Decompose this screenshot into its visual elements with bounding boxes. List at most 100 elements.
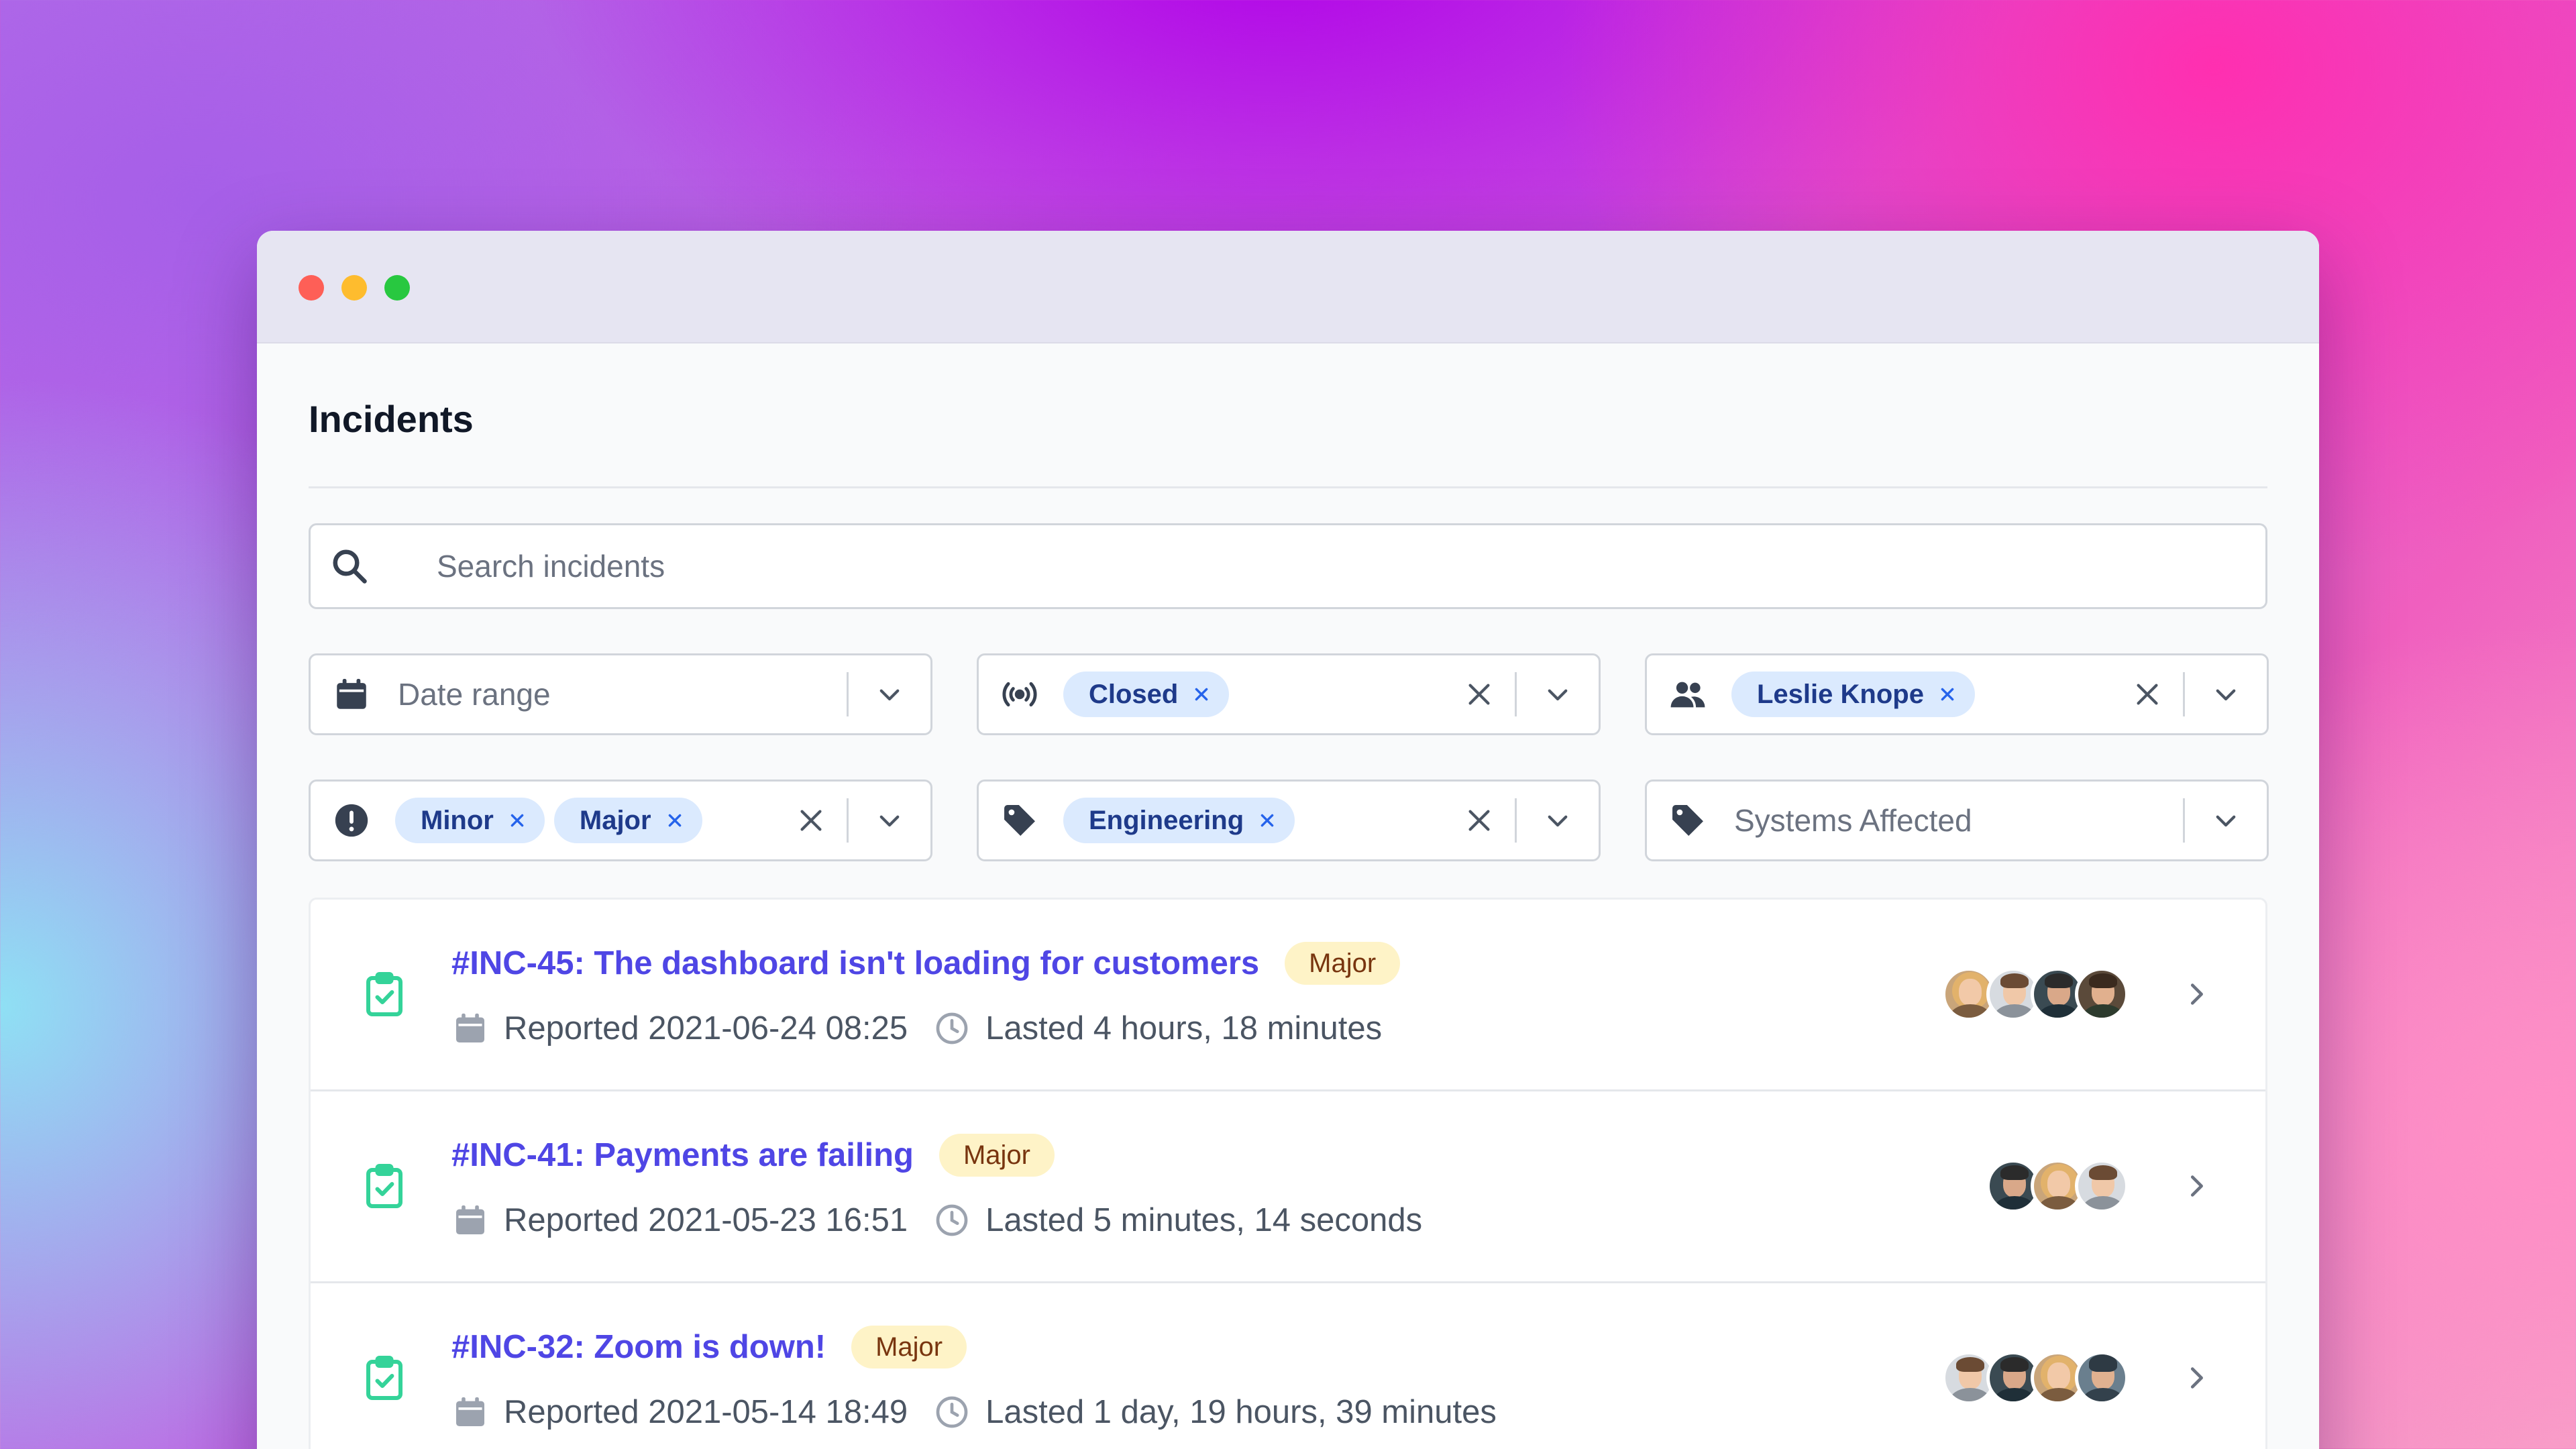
incident-row[interactable]: #INC-41: Payments are failing Major Repo… [311,1091,2265,1283]
minimize-window-button[interactable] [341,275,367,301]
clear-filter-icon[interactable] [2132,679,2163,710]
zoom-window-button[interactable] [384,275,410,301]
filter-divider [2183,798,2185,843]
exclamation-circle-icon [335,804,368,837]
filter-divider [1515,672,1517,716]
duration: Lasted 5 minutes, 14 seconds [985,1202,1423,1238]
chip-leslie-knope: Leslie Knope [1731,672,1975,717]
search-icon [333,549,367,584]
chip-label: Major [579,805,651,835]
tag-icon [1004,805,1035,836]
calendar-icon [337,679,366,709]
chevron-down-icon[interactable] [1544,806,1572,835]
clear-filter-icon[interactable] [796,805,826,836]
chip-minor: Minor [395,798,545,843]
chip-major: Major [553,798,702,843]
clear-filter-icon[interactable] [1464,805,1495,836]
chevron-down-icon[interactable] [2212,806,2240,835]
status-chips: Closed [1063,672,1464,717]
chevron-down-icon[interactable] [875,680,904,708]
chip-label: Engineering [1089,805,1244,835]
chevron-down-icon[interactable] [2212,680,2240,708]
clear-filter-icon[interactable] [1464,679,1495,710]
severity-filter[interactable]: Minor Major [309,780,932,861]
close-window-button[interactable] [299,275,324,301]
users-icon [1670,682,1705,708]
clipboard-check-icon [366,1164,402,1208]
chevron-down-icon[interactable] [1544,680,1572,708]
chip-closed: Closed [1063,672,1230,717]
search-input[interactable] [437,548,2265,584]
people-filter[interactable]: Leslie Knope [1645,653,2269,735]
clock-icon [936,1012,968,1044]
calendar-icon [456,1397,484,1426]
incident-row[interactable]: #INC-32: Zoom is down! Major Reported 20… [311,1283,2265,1449]
date-range-placeholder: Date range [398,677,551,712]
chip-label: Leslie Knope [1757,679,1924,709]
severity-badge: Major [851,1326,967,1368]
incident-title-link[interactable]: #INC-32: Zoom is down! [451,1328,826,1366]
app-window: Incidents Date range [257,231,2319,1449]
avatar-man-mustache[interactable] [2075,967,2129,1021]
date-range-filter[interactable]: Date range [309,653,932,735]
remove-chip-icon[interactable] [1939,686,1956,703]
incident-title-link[interactable]: #INC-41: Payments are failing [451,1136,914,1174]
incident-list: #INC-45: The dashboard isn't loading for… [309,898,2267,1449]
remove-chip-icon[interactable] [508,812,526,829]
assignee-avatars [1942,967,2129,1021]
broadcast-icon [1002,682,1037,707]
filter-divider [1515,798,1517,843]
clipboard-check-icon [366,1356,402,1400]
reported-date: Reported 2021-05-14 18:49 [504,1394,908,1430]
chip-engineering: Engineering [1063,798,1295,843]
systems-filter[interactable]: Systems Affected [1645,780,2269,861]
chevron-right-icon[interactable] [2181,1171,2212,1201]
chip-label: Closed [1089,679,1179,709]
calendar-icon [456,1205,484,1234]
incident-main: #INC-41: Payments are failing Major Repo… [451,1130,1422,1242]
clock-icon [936,1396,968,1428]
people-chips: Leslie Knope [1731,672,2132,717]
clipboard-check-icon [366,972,402,1016]
incident-title-line: #INC-32: Zoom is down! Major [451,1322,1497,1372]
incident-meta: Reported 2021-06-24 08:25 Lasted 4 hours… [451,1007,1400,1050]
team-chips: Engineering [1063,798,1464,843]
chevron-right-icon[interactable] [2181,1362,2212,1393]
systems-placeholder: Systems Affected [1734,803,1972,838]
clock-icon [936,1204,968,1236]
reported-date: Reported 2021-05-23 16:51 [504,1202,908,1238]
title-bar [257,231,2319,343]
filter-divider [2183,672,2185,716]
severity-chips: Minor Major [395,798,796,843]
assignee-avatars [1986,1159,2129,1213]
tag-icon [1672,805,1703,836]
incident-title-line: #INC-45: The dashboard isn't loading for… [451,938,1401,988]
incident-meta: Reported 2021-05-23 16:51 Lasted 5 minut… [451,1199,1422,1242]
incident-main: #INC-32: Zoom is down! Major Reported 20… [451,1322,1497,1434]
filter-divider [847,798,849,843]
chevron-down-icon[interactable] [875,806,904,835]
remove-chip-icon[interactable] [666,812,684,829]
search-box[interactable] [309,523,2267,609]
avatar-man-light[interactable] [2075,1159,2129,1213]
incident-title-link[interactable]: #INC-45: The dashboard isn't loading for… [451,945,1259,982]
remove-chip-icon[interactable] [1193,686,1210,703]
avatar-man-beanie[interactable] [2075,1351,2129,1405]
team-filter[interactable]: Engineering [977,780,1601,861]
chevron-right-icon[interactable] [2181,979,2212,1010]
incident-title-line: #INC-41: Payments are failing Major [451,1130,1422,1180]
page-title: Incidents [309,343,2267,488]
chip-label: Minor [421,805,494,835]
remove-chip-icon[interactable] [1258,812,1276,829]
filter-grid: Date range Closed Leslie Knope Minor Maj… [309,653,2269,861]
reported-date: Reported 2021-06-24 08:25 [504,1010,908,1046]
filter-divider [847,672,849,716]
calendar-icon [456,1013,484,1042]
incident-main: #INC-45: The dashboard isn't loading for… [451,938,1401,1050]
severity-badge: Major [1285,942,1401,985]
incident-meta: Reported 2021-05-14 18:49 Lasted 1 day, … [451,1391,1497,1434]
incident-row[interactable]: #INC-45: The dashboard isn't loading for… [311,900,2265,1091]
duration: Lasted 4 hours, 18 minutes [985,1010,1383,1046]
duration: Lasted 1 day, 19 hours, 39 minutes [985,1394,1497,1430]
status-filter[interactable]: Closed [977,653,1601,735]
